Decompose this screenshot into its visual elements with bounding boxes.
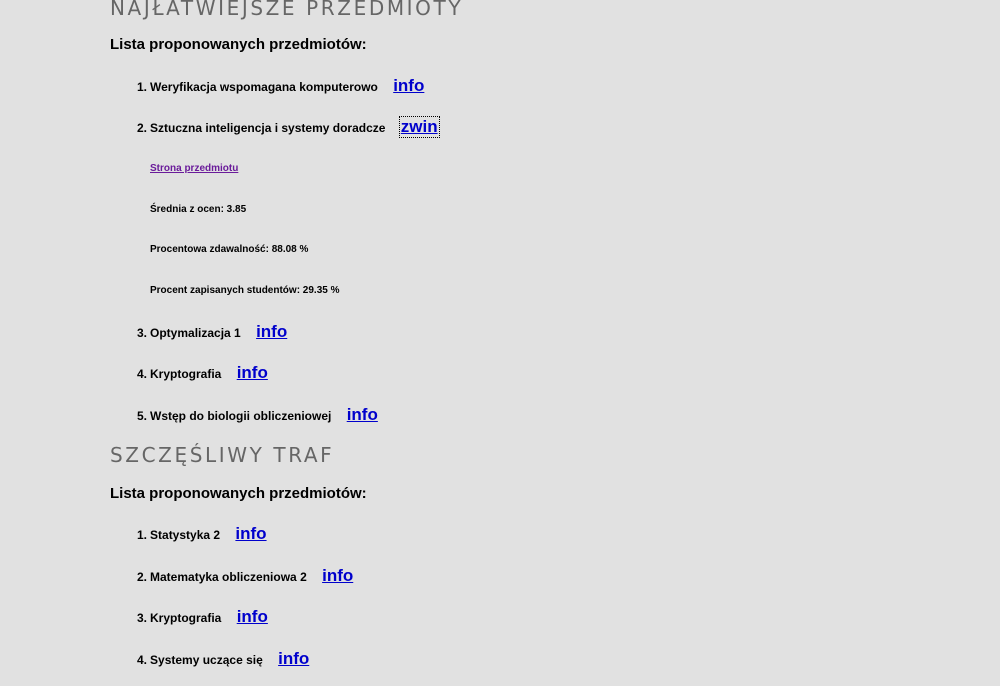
info-link[interactable]: info: [393, 77, 424, 95]
item-number: 1.: [137, 80, 148, 94]
list-item: 5. Wstęp do biologii obliczeniowej info: [137, 406, 378, 425]
average-grade: Średnia z ocen: 3.85: [150, 204, 247, 215]
info-link[interactable]: info: [237, 608, 268, 626]
item-label: Kryptografia: [150, 611, 222, 625]
item-label: Systemy uczące się: [150, 653, 263, 667]
item-number: 4.: [137, 367, 148, 381]
list-item: 3. Kryptografia info: [137, 608, 268, 627]
enrolled-percent: Procent zapisanych studentów: 29.35 %: [150, 285, 340, 296]
item-number: 2.: [137, 121, 148, 135]
item-label: Wstęp do biologii obliczeniowej: [150, 409, 332, 423]
collapse-link[interactable]: zwin: [398, 116, 440, 138]
list-item: 2. Sztuczna inteligencja i systemy doradc…: [137, 116, 440, 138]
info-link[interactable]: info: [235, 525, 266, 543]
info-link[interactable]: info: [322, 567, 353, 585]
list-item: 4. Kryptografia info: [137, 364, 268, 383]
item-number: 1.: [137, 528, 148, 542]
item-label: Sztuczna inteligencja i systemy doradcze: [150, 121, 386, 135]
course-page-link[interactable]: Strona przedmiotu: [150, 162, 238, 176]
list-heading: Lista proponowanych przedmiotów:: [110, 485, 367, 502]
list-item: 3. Optymalizacja 1 info: [137, 323, 287, 342]
info-link[interactable]: info: [347, 406, 378, 424]
list-item: 1. Statystyka 2 info: [137, 525, 267, 544]
page: NAJŁATWIEJSZE PRZEDMIOTY Lista proponowa…: [0, 0, 1000, 686]
list-item: 1. Weryfikacja wspomagana komputerowo inf…: [137, 77, 424, 96]
item-label: Matematyka obliczeniowa 2: [150, 570, 307, 584]
item-label: Kryptografia: [150, 367, 222, 381]
section-title-lucky: SZCZĘŚLIWY TRAF: [110, 443, 335, 467]
item-label: Optymalizacja 1: [150, 326, 241, 340]
item-number: 4.: [137, 653, 148, 667]
item-number: 3.: [137, 326, 148, 340]
section-title-easiest: NAJŁATWIEJSZE PRZEDMIOTY: [110, 0, 464, 20]
pass-rate: Procentowa zdawalność: 88.08 %: [150, 244, 309, 255]
list-item: 4. Systemy uczące się info: [137, 650, 309, 669]
item-number: 3.: [137, 611, 148, 625]
item-number: 5.: [137, 409, 148, 423]
list-heading: Lista proponowanych przedmiotów:: [110, 36, 367, 53]
info-link[interactable]: info: [237, 364, 268, 382]
list-item: 2. Matematyka obliczeniowa 2 info: [137, 567, 353, 586]
item-number: 2.: [137, 570, 148, 584]
info-link[interactable]: info: [278, 650, 309, 668]
info-link[interactable]: info: [256, 323, 287, 341]
item-label: Statystyka 2: [150, 528, 221, 542]
item-label: Weryfikacja wspomagana komputerowo: [150, 80, 378, 94]
